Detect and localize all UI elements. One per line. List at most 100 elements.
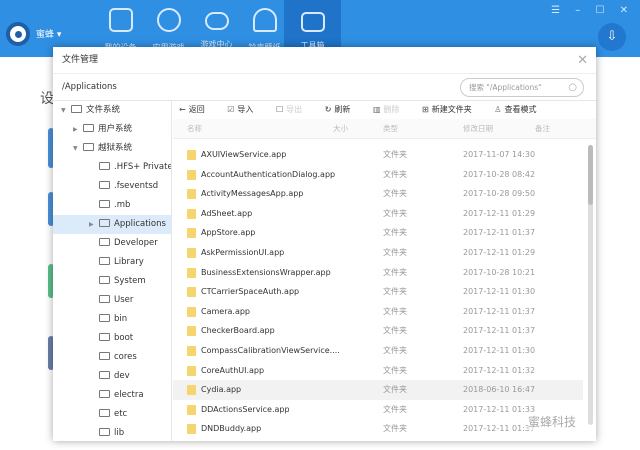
import-button[interactable]: ☑ 导入 [227, 105, 263, 114]
file-type: 文件夹 [383, 385, 407, 395]
refresh-icon: ↻ [324, 105, 332, 114]
file-row[interactable]: BusinessExtensionsWrapper.app 文件夹 2017-10-… [173, 263, 583, 283]
back-button[interactable]: ← 返回 [179, 105, 215, 114]
tree-item[interactable]: dev [53, 367, 171, 386]
tree-item[interactable]: .fseventsd [53, 177, 171, 196]
new-folder-button[interactable]: ⊞ 新建文件夹 [422, 105, 482, 114]
file-row[interactable]: CTCarrierSpaceAuth.app 文件夹 2017-12-11 01:3… [173, 282, 583, 302]
tree-item[interactable]: boot [53, 329, 171, 348]
tree-item[interactable]: lib [53, 424, 171, 441]
tree-item-label: 用户系统 [98, 124, 133, 134]
file-type: 文件夹 [383, 247, 407, 257]
file-type: 文件夹 [383, 189, 407, 199]
file-list: AXUIViewService.app 文件夹 2017-11-07 14:30 Ac… [173, 145, 583, 441]
file-row[interactable]: CheckerBoard.app 文件夹 2017-12-11 01:37 [173, 321, 583, 341]
background-heading: 设 [40, 91, 54, 107]
file-date: 2017-10-28 10:21 [463, 267, 536, 277]
window-controls[interactable]: ☰ – ☐ ✕ [551, 5, 634, 16]
tree-item[interactable]: ▼ 文件系统 [53, 101, 171, 120]
file-type: 文件夹 [383, 228, 407, 238]
tree-item[interactable]: ▶ Applications [53, 215, 171, 234]
user-menu[interactable]: 蜜蜂 ▾ [36, 27, 61, 40]
folder-icon [187, 189, 196, 200]
file-row[interactable]: Camera.app 文件夹 2017-12-11 01:37 [173, 302, 583, 322]
folder-icon [99, 181, 110, 189]
chevron-down-icon[interactable]: ▼ [61, 101, 71, 120]
column-type[interactable]: 类型 [383, 119, 398, 139]
tree-item-label: System [114, 276, 146, 286]
folder-icon [99, 409, 110, 417]
refresh-button[interactable]: ↻ 刷新 [325, 105, 361, 114]
folder-icon [187, 287, 196, 298]
view-mode-button[interactable]: ♙ 查看模式 [494, 105, 546, 114]
file-type: 文件夹 [383, 267, 407, 277]
folder-icon [99, 295, 110, 303]
folder-icon [99, 257, 110, 265]
file-row[interactable]: AskPermissionUI.app 文件夹 2017-12-11 01:29 [173, 243, 583, 263]
folder-tree: ▼文件系统▶用户系统▼越狱系统.HFS+ Private D.fseventsd… [53, 101, 172, 441]
lock-icon [83, 124, 94, 132]
file-row[interactable]: DataActivation.app 文件夹 2017-12-11 01:30 [173, 439, 583, 441]
user-name: 蜜蜂 [36, 30, 55, 40]
tree-item-label: 越狱系统 [98, 143, 133, 153]
file-row[interactable]: CoreAuthUI.app 文件夹 2017-12-11 01:32 [173, 361, 583, 381]
download-button[interactable]: ⇩ [598, 23, 626, 51]
tree-item[interactable]: etc [53, 405, 171, 424]
column-modified[interactable]: 修改日期 [463, 119, 493, 139]
column-name[interactable]: 名称 [187, 119, 202, 139]
file-date: 2017-12-11 01:30 [463, 345, 536, 355]
export-button[interactable]: ☐ 导出 [276, 105, 312, 114]
file-name: Camera.app [201, 306, 250, 316]
search-input[interactable]: 搜索 "/Applications" ○ [460, 78, 584, 97]
tree-item[interactable]: System [53, 272, 171, 291]
delete-button[interactable]: ▥ 删除 [373, 105, 410, 114]
file-row[interactable]: AccountAuthenticationDialog.app 文件夹 2017-1… [173, 165, 583, 185]
file-type: 文件夹 [383, 150, 407, 159]
tree-item[interactable]: .mb [53, 196, 171, 215]
chevron-down-icon[interactable]: ▼ [73, 139, 83, 158]
phone-icon [108, 8, 133, 32]
scrollbar-thumb[interactable] [588, 145, 593, 205]
tree-item[interactable]: ▶ 用户系统 [53, 120, 171, 139]
file-row[interactable]: AXUIViewService.app 文件夹 2017-11-07 14:30 [173, 145, 583, 165]
search-icon[interactable]: ○ [568, 79, 577, 96]
file-row[interactable]: CompassCalibrationViewService.... 文件夹 2017… [173, 341, 583, 361]
tree-item[interactable]: bin [53, 310, 171, 329]
import-icon: ☑ [227, 105, 235, 114]
tree-item[interactable]: ▼ 越狱系统 [53, 139, 171, 158]
chevron-right-icon[interactable]: ▶ [89, 215, 99, 234]
close-icon[interactable]: ✕ [577, 47, 588, 74]
file-date: 2017-12-11 01:37 [463, 326, 536, 336]
tree-item-label: lib [114, 428, 125, 438]
file-row[interactable]: DDActionsService.app 文件夹 2017-12-11 01:33 [173, 400, 583, 420]
tree-item[interactable]: electra [53, 386, 171, 405]
file-row[interactable]: DNDBuddy.app 文件夹 2017-12-11 01:37 [173, 419, 583, 439]
file-row[interactable]: Cydia.app 文件夹 2018-06-10 16:47 [173, 380, 583, 400]
folder-icon [99, 333, 110, 341]
file-type: 文件夹 [383, 208, 407, 218]
file-row[interactable]: AppStore.app 文件夹 2017-12-11 01:37 [173, 223, 583, 243]
tree-item[interactable]: Library [53, 253, 171, 272]
folder-icon [187, 306, 196, 317]
tree-item[interactable]: Developer [53, 234, 171, 253]
tree-item[interactable]: .HFS+ Private D [53, 158, 171, 177]
folder-icon [99, 162, 110, 170]
tree-item[interactable]: User [53, 291, 171, 310]
file-type: 文件夹 [383, 365, 407, 375]
chevron-right-icon[interactable]: ▶ [73, 120, 83, 139]
folder-icon [187, 228, 196, 239]
tree-item-label: cores [114, 352, 137, 362]
file-name: DDActionsService.app [201, 404, 290, 414]
column-size[interactable]: 大小 [333, 119, 348, 139]
tree-item-label: .HFS+ Private D [114, 162, 172, 172]
folder-icon [187, 169, 196, 180]
column-note[interactable]: 备注 [535, 119, 550, 139]
file-date: 2017-12-11 01:29 [463, 247, 536, 257]
tree-item[interactable]: cores [53, 348, 171, 367]
scrollbar[interactable] [588, 145, 593, 425]
file-row[interactable]: ActivityMessagesApp.app 文件夹 2017-10-28 09:… [173, 184, 583, 204]
file-row[interactable]: AdSheet.app 文件夹 2017-12-11 01:29 [173, 204, 583, 224]
folder-icon [99, 238, 110, 246]
dialog-title: 文件管理 [62, 55, 99, 65]
delete-label: 删除 [383, 105, 400, 114]
